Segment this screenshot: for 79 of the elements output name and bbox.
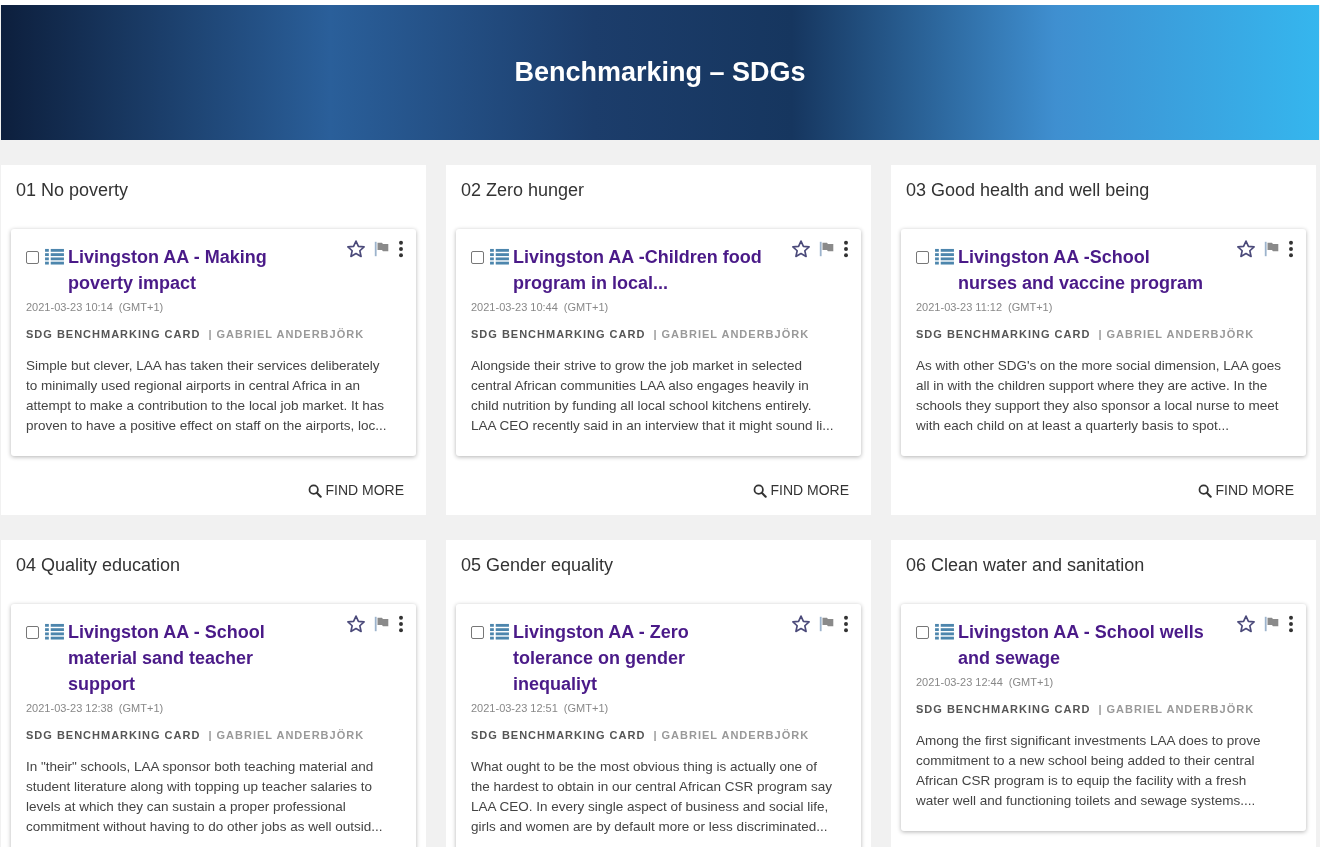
panel-heading: 03 Good health and well being	[905, 179, 1151, 202]
list-icon	[935, 623, 954, 640]
card-timezone: (GMT+1)	[563, 300, 609, 315]
flag-icon[interactable]	[373, 615, 391, 633]
list-icon	[490, 623, 509, 640]
card-excerpt: What ought to be the most obvious thing is actually one of the hardest to obtain in our central African CSR program say LAA CEO. In every single aspect of business and social life, girls and women are by default more or less discriminated...	[471, 758, 833, 836]
more-options-icon[interactable]	[1288, 615, 1294, 633]
card-timezone: (GMT+1)	[118, 701, 164, 716]
find-more-button[interactable]: FIND MORE	[753, 480, 849, 501]
card-date: 2021-03-23 10:44	[471, 300, 558, 315]
panel-heading: 02 Zero hunger	[460, 179, 586, 202]
star-icon[interactable]	[791, 614, 811, 634]
card-timezone: (GMT+1)	[563, 701, 609, 716]
star-icon[interactable]	[346, 614, 366, 634]
card-type: SDG BENCHMARKING CARD	[916, 701, 1091, 717]
panel-heading: 01 No poverty	[15, 179, 130, 202]
card-date: 2021-03-23 11:12	[916, 300, 1003, 315]
search-icon	[753, 483, 768, 498]
more-options-icon[interactable]	[398, 615, 404, 633]
panel-heading: 04 Quality education	[15, 554, 182, 577]
flag-icon[interactable]	[1263, 240, 1281, 258]
card-title-link[interactable]: Livingston AA - School wells and sewage	[916, 619, 1211, 671]
card-timezone: (GMT+1)	[1008, 300, 1053, 315]
star-icon[interactable]	[1236, 239, 1256, 259]
more-options-icon[interactable]	[843, 615, 849, 633]
card-date: 2021-03-23 12:38	[26, 701, 113, 716]
card-date: 2021-03-23 12:51	[471, 701, 558, 716]
find-more-button[interactable]: FIND MORE	[1198, 480, 1294, 501]
card-type: SDG BENCHMARKING CARD	[916, 326, 1091, 342]
card-date: 2021-03-23 10:14	[26, 300, 113, 315]
card-excerpt: In "their" schools, LAA sponsor both teaching material and student literature along with topping up teacher salaries to levels at which they can sustain a proper professional commitment without having to do other jobs as well outsid...	[26, 758, 384, 836]
flag-icon[interactable]	[818, 240, 836, 258]
card-author: | GABRIEL ANDERBJÖRK	[653, 326, 810, 342]
checkbox[interactable]	[916, 251, 929, 264]
card-type: SDG BENCHMARKING CARD	[26, 326, 201, 342]
checkbox[interactable]	[26, 626, 39, 639]
checkbox[interactable]	[471, 626, 484, 639]
flag-icon[interactable]	[1263, 615, 1281, 633]
list-icon	[490, 248, 509, 265]
card-type: SDG BENCHMARKING CARD	[26, 727, 201, 743]
list-icon	[45, 248, 64, 265]
page-title: Benchmarking – SDGs	[514, 56, 806, 90]
find-more-button[interactable]: FIND MORE	[308, 480, 404, 501]
card-author: | GABRIEL ANDERBJÖRK	[653, 727, 810, 743]
panel-heading: 06 Clean water and sanitation	[905, 554, 1146, 577]
more-options-icon[interactable]	[1288, 240, 1294, 258]
card-excerpt: As with other SDG's on the more social dimension, LAA goes all in with the children support where they are active. In the schools they support they also sponsor a local nurse to meet with each child on at least a quarterly basis to spot...	[916, 357, 1282, 435]
card-excerpt: Simple but clever, LAA has taken their services deliberately to minimally used regional airports in central Africa in an attempt to make a contribution to the local job market. It has proven to have a positive effect on staff on the airports, loc...	[26, 357, 388, 435]
card-date: 2021-03-23 12:44	[916, 675, 1003, 690]
more-options-icon[interactable]	[843, 240, 849, 258]
card-title-link[interactable]: Livingston AA -Children food program in local...	[471, 244, 766, 296]
card-author: | GABRIEL ANDERBJÖRK	[1098, 701, 1255, 717]
card-excerpt: Alongside their strive to grow the job market in selected central African communities LAA also engages heavily in child nutrition by funding all local school kitchens entirely. LAA CEO recently said in an interview that it might sound li...	[471, 357, 835, 435]
star-icon[interactable]	[346, 239, 366, 259]
card-title-link[interactable]: Livingston AA - School material sand teacher support	[26, 619, 321, 697]
card-excerpt: Among the first significant investments LAA does to prove commitment to a new school being added to their central African CSR program is to equip the facility with a fresh water well and functioning toilets and sewage systems....	[916, 732, 1262, 810]
flag-icon[interactable]	[373, 240, 391, 258]
panel-heading: 05 Gender equality	[460, 554, 615, 577]
card-author: | GABRIEL ANDERBJÖRK	[208, 727, 365, 743]
card-author: | GABRIEL ANDERBJÖRK	[1098, 326, 1255, 342]
star-icon[interactable]	[1236, 614, 1256, 634]
card-type: SDG BENCHMARKING CARD	[471, 727, 646, 743]
checkbox[interactable]	[916, 626, 929, 639]
search-icon	[308, 483, 323, 498]
card-title-link[interactable]: Livingston AA - Making poverty impact	[26, 244, 321, 296]
more-options-icon[interactable]	[398, 240, 404, 258]
flag-icon[interactable]	[818, 615, 836, 633]
card-author: | GABRIEL ANDERBJÖRK	[208, 326, 365, 342]
checkbox[interactable]	[471, 251, 484, 264]
card-title-link[interactable]: Livingston AA - Zero tolerance on gender inequaliyt	[471, 619, 766, 697]
card-timezone: (GMT+1)	[1008, 675, 1054, 690]
list-icon	[45, 623, 64, 640]
card-title-link[interactable]: Livingston AA -School nurses and vaccine program	[916, 244, 1211, 296]
checkbox[interactable]	[26, 251, 39, 264]
search-icon	[1198, 483, 1213, 498]
card-timezone: (GMT+1)	[118, 300, 164, 315]
card-type: SDG BENCHMARKING CARD	[471, 326, 646, 342]
star-icon[interactable]	[791, 239, 811, 259]
list-icon	[935, 248, 954, 265]
